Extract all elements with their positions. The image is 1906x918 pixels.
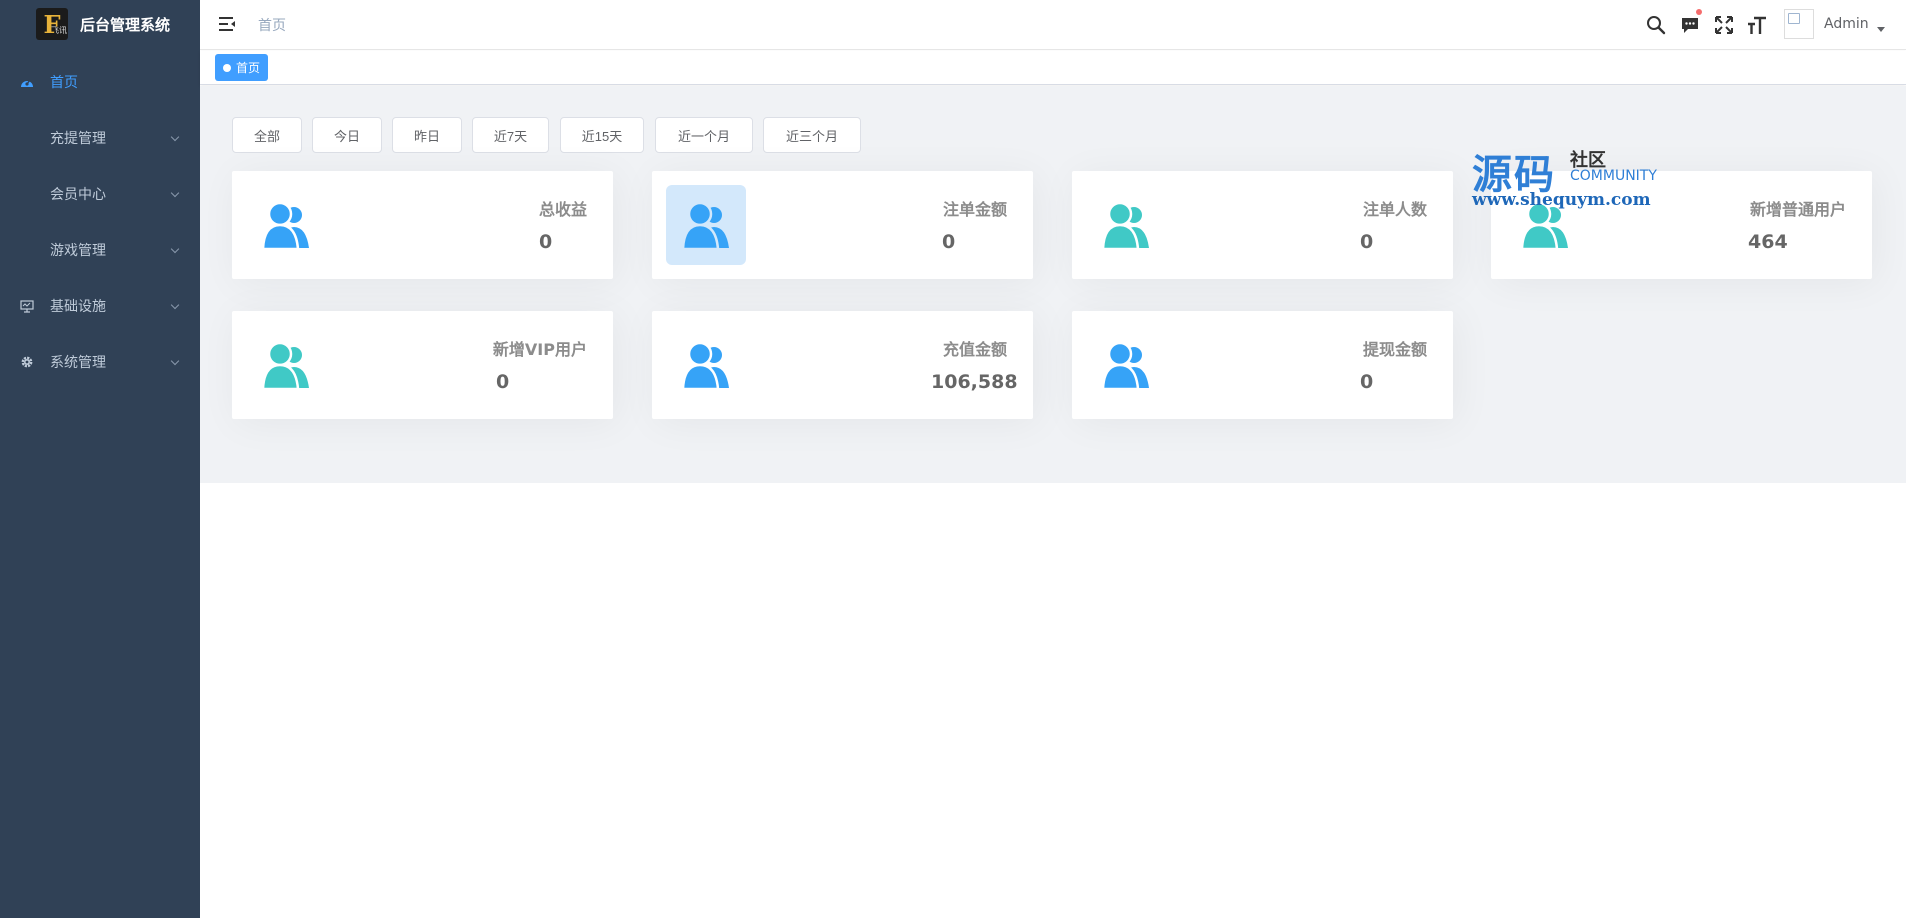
stat-label: 注单金额: [942, 200, 1007, 219]
filter-today-button[interactable]: 今日: [312, 117, 382, 153]
sidebar-item-label: 会员中心: [50, 187, 106, 203]
notification-dot: [1696, 9, 1702, 15]
sidebar-item-games[interactable]: 游戏管理: [0, 222, 200, 278]
brand-title: 后台管理系统: [80, 15, 171, 34]
message-icon[interactable]: [1679, 14, 1701, 36]
user-name[interactable]: Admin: [1824, 16, 1869, 32]
font-size-icon[interactable]: [1746, 14, 1768, 36]
watermark: 源码 社区 COMMUNITY www.shequym.com: [1470, 142, 1690, 212]
users-icon: [666, 185, 746, 265]
sidebar: F 飞讯 后台管理系统 首页 充提管理 会员中心 游戏管理 基础设施 系统管理: [0, 0, 200, 918]
sidebar-item-label: 游戏管理: [50, 243, 106, 259]
filter-1month-button[interactable]: 近一个月: [655, 117, 753, 153]
logo-sub: 飞讯: [51, 26, 67, 35]
dashboard-icon: [20, 75, 34, 89]
tag-dot-icon: [223, 63, 231, 72]
breadcrumb[interactable]: 首页: [258, 15, 286, 35]
users-icon: [1086, 185, 1166, 265]
sidebar-item-system[interactable]: 系统管理: [0, 334, 200, 390]
sidebar-item-members[interactable]: 会员中心: [0, 166, 200, 222]
chevron-down-icon: [170, 188, 180, 198]
search-icon[interactable]: [1645, 14, 1667, 36]
stat-card-new-vip-users[interactable]: 新增VIP用户 0: [232, 311, 613, 419]
stat-label: 充值金额: [942, 340, 1007, 359]
tag-home[interactable]: 首页: [215, 54, 269, 81]
watermark-en: COMMUNITY: [1570, 168, 1657, 184]
chevron-down-icon: [170, 132, 180, 142]
stat-value: 0: [539, 231, 553, 253]
users-icon: [666, 325, 746, 405]
stat-label: 新增VIP用户: [492, 340, 587, 359]
tags-view: 首页: [200, 51, 1906, 85]
filter-7days-button[interactable]: 近7天: [472, 117, 549, 153]
stat-label: 注单人数: [1362, 200, 1427, 219]
sidebar-item-label: 系统管理: [50, 355, 106, 371]
stat-card-total-revenue[interactable]: 总收益 0: [232, 171, 613, 279]
chevron-down-icon: [170, 244, 180, 254]
stat-value: 0: [1360, 231, 1374, 253]
stat-card-bettor-count[interactable]: 注单人数 0: [1072, 171, 1453, 279]
stat-label: 新增普通用户: [1749, 200, 1846, 219]
gear-icon: [20, 355, 34, 369]
stat-card-deposit-amount[interactable]: 充值金额 106,588: [652, 311, 1033, 419]
sidebar-item-infrastructure[interactable]: 基础设施: [0, 278, 200, 334]
filter-all-button[interactable]: 全部: [232, 117, 302, 153]
users-icon: [246, 325, 326, 405]
stat-card-bet-amount[interactable]: 注单金额 0: [652, 171, 1033, 279]
sidebar-menu: 首页 充提管理 会员中心 游戏管理 基础设施 系统管理: [0, 54, 200, 390]
filter-3months-button[interactable]: 近三个月: [763, 117, 861, 153]
filter-yesterday-button[interactable]: 昨日: [392, 117, 462, 153]
stat-label: 提现金额: [1362, 340, 1427, 359]
stat-value: 106,588: [931, 371, 1018, 393]
sidebar-item-label: 首页: [50, 75, 78, 91]
sidebar-item-home[interactable]: 首页: [0, 54, 200, 110]
stat-card-withdraw-amount[interactable]: 提现金额 0: [1072, 311, 1453, 419]
top-navbar: 首页 Admin: [200, 0, 1906, 50]
watermark-url: www.shequym.com: [1472, 190, 1651, 210]
users-icon: [1086, 325, 1166, 405]
caret-down-icon[interactable]: [1877, 27, 1885, 32]
sidebar-item-deposit-withdraw[interactable]: 充提管理: [0, 110, 200, 166]
chevron-down-icon: [170, 300, 180, 310]
brand[interactable]: F 飞讯 后台管理系统: [0, 0, 200, 48]
fullscreen-icon[interactable]: [1713, 14, 1735, 36]
stat-value: 0: [496, 371, 510, 393]
tag-label: 首页: [236, 61, 261, 75]
monitor-icon: [20, 299, 34, 313]
sidebar-item-label: 基础设施: [50, 299, 106, 315]
sidebar-item-label: 充提管理: [50, 131, 106, 147]
stat-value: 0: [942, 231, 956, 253]
stat-value: 464: [1748, 231, 1788, 253]
filter-15days-button[interactable]: 近15天: [560, 117, 644, 153]
avatar[interactable]: [1784, 9, 1814, 39]
stat-value: 0: [1360, 371, 1374, 393]
users-icon: [246, 185, 326, 265]
logo: F 飞讯: [36, 8, 68, 40]
chevron-down-icon: [170, 356, 180, 366]
hamburger-icon[interactable]: [218, 16, 236, 32]
stat-label: 总收益: [538, 200, 587, 219]
